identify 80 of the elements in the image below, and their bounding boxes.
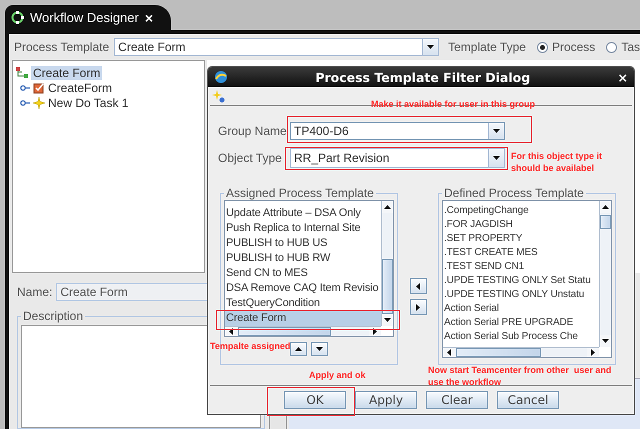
field-label: Group Name: [218, 124, 288, 138]
list-item[interactable]: Action Serial Sub Process Che: [443, 330, 599, 344]
workflow-tab[interactable]: Workflow Designer ×: [5, 5, 172, 30]
list-item[interactable]: Push Replica to Internal Site: [225, 221, 381, 236]
close-button[interactable]: ×: [618, 70, 628, 84]
dialog-title: Process Template Filter Dialog: [314, 70, 532, 84]
field-label: Object Type: [218, 151, 283, 165]
scroll-up-icon: [602, 205, 609, 209]
list-item[interactable]: Update Attribute – DSA Only: [225, 206, 381, 221]
scroll-left-icon: [229, 328, 233, 335]
star-icon: [33, 96, 45, 109]
remove-button[interactable]: [410, 299, 426, 315]
workflow-icon: [11, 11, 24, 24]
right-arrow-icon: [416, 304, 420, 310]
app-icon: [214, 70, 228, 84]
dialog-button[interactable]: Cancel: [497, 391, 559, 409]
annotation: Apply and ok: [309, 369, 366, 381]
scroll-thumb[interactable]: [456, 348, 541, 357]
template-dropdown[interactable]: Create Form: [114, 38, 440, 56]
annotation: For this object type it should be availabel: [511, 150, 604, 174]
group-dropdown[interactable]: TP400-D6: [290, 122, 505, 140]
list-item[interactable]: PUBLISH to HUB RW: [225, 251, 381, 266]
dialog-button[interactable]: Clear: [426, 391, 488, 409]
scroll-left-icon: [447, 349, 451, 356]
list-item[interactable]: .UPDE TESTING ONLY Unstatu: [443, 288, 599, 302]
list-item[interactable]: Action Serial: [443, 302, 599, 316]
left-arrow-icon: [416, 282, 420, 290]
add-button[interactable]: [410, 278, 426, 294]
scroll-thumb[interactable]: [600, 215, 611, 229]
list-item[interactable]: .SET PROPERTY: [443, 232, 599, 246]
list-item[interactable]: Action Serial PRE UPGRADE: [443, 316, 599, 330]
list-item[interactable]: .TEST SEND CN1: [443, 260, 599, 274]
annotation: Now start Teamcenter from other user and use the workflow: [428, 364, 612, 388]
list-item[interactable]: Create Form: [225, 311, 381, 326]
move-up-button[interactable]: [290, 342, 307, 356]
list-item[interactable]: Send CN to MES: [225, 266, 381, 281]
form-icon: [33, 82, 45, 94]
dropdown-arrow-icon: [493, 156, 500, 160]
group-title: Description: [22, 309, 84, 323]
scroll-down-icon: [602, 339, 609, 343]
field-label: Template Type: [448, 40, 526, 54]
dialog-button[interactable]: OK: [284, 391, 346, 409]
scroll-down-icon: [384, 318, 391, 322]
group-title: Defined Process Template: [443, 186, 585, 200]
down-arrow-icon: [316, 347, 323, 351]
radio-option[interactable]: Process: [536, 40, 596, 54]
scroll-right-icon: [591, 349, 595, 356]
tree-item[interactable]: New Do Task 1: [16, 95, 204, 110]
up-arrow-icon: [295, 347, 302, 351]
annotation: Make it available for user in this group: [371, 98, 536, 110]
connector-icon: [20, 84, 30, 91]
field-label: Process Template: [14, 40, 110, 54]
close-button[interactable]: ×: [144, 10, 154, 26]
connector-icon: [20, 100, 30, 106]
object-type-dropdown[interactable]: RR_Part Revision: [290, 148, 505, 168]
horizontal-scrollbar[interactable]: [443, 347, 599, 357]
list-item[interactable]: .FOR JAGDISH: [443, 218, 599, 232]
hierarchy-icon: [16, 66, 28, 79]
scroll-thumb[interactable]: [382, 259, 393, 314]
list-item[interactable]: .UPDE TESTING ONLY Set Statu: [443, 274, 599, 288]
list-item[interactable]: PUBLISH to HUB US: [225, 236, 381, 251]
annotation: Tempalte assigned: [210, 340, 290, 352]
list-item[interactable]: .CompetingChange: [443, 204, 599, 218]
horizontal-scrollbar[interactable]: [225, 326, 381, 336]
list-item[interactable]: .TEST CREATE MES: [443, 246, 599, 260]
tree-item[interactable]: CreateForm: [16, 80, 204, 96]
filter-icon[interactable]: [212, 90, 225, 102]
move-down-button[interactable]: [311, 342, 328, 356]
dropdown-arrow-icon: [427, 45, 434, 50]
dialog-button[interactable]: Apply: [355, 391, 417, 409]
scroll-up-icon: [384, 205, 391, 209]
vertical-scrollbar[interactable]: [599, 201, 611, 347]
tree-item[interactable]: Create Form: [16, 65, 204, 80]
radio-option[interactable]: Tas: [606, 40, 640, 54]
tab-title: Workflow Designer: [30, 10, 139, 25]
vertical-scrollbar[interactable]: [381, 201, 393, 326]
dropdown-arrow-icon: [493, 129, 500, 133]
scroll-right-icon: [373, 328, 377, 335]
group-title: Assigned Process Template: [225, 186, 375, 200]
field-label: Name:: [17, 285, 52, 299]
